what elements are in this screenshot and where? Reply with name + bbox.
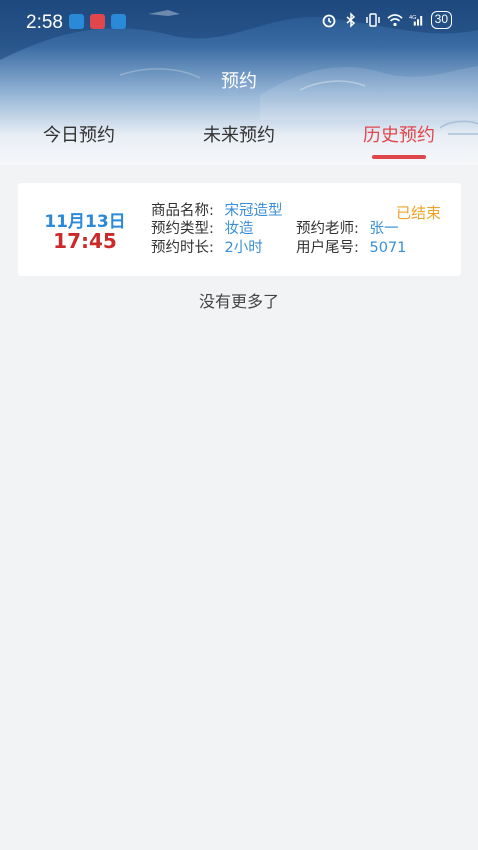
teacher-value: 张一 bbox=[369, 221, 399, 237]
tab-bar: 今日预约 未来预约 历史预约 bbox=[0, 115, 478, 165]
type-label: 预约类型: bbox=[151, 221, 214, 237]
tab-today[interactable]: 今日预约 bbox=[24, 121, 134, 147]
status-time: 2:58 bbox=[26, 12, 63, 33]
teacher-label: 预约老师: bbox=[296, 221, 359, 237]
appointment-time: 17:45 bbox=[53, 229, 117, 253]
active-tab-indicator bbox=[372, 155, 426, 159]
type-value: 妆造 bbox=[224, 221, 254, 237]
signal-icon: 4G bbox=[409, 15, 422, 26]
tab-history[interactable]: 历史预约 bbox=[344, 121, 454, 147]
tail-number-row: 用户尾号: 5071 bbox=[296, 239, 406, 257]
tail-number-value: 5071 bbox=[369, 240, 407, 256]
tab-future[interactable]: 未来预约 bbox=[184, 121, 294, 147]
tail-number-label: 用户尾号: bbox=[296, 240, 359, 256]
status-bar: 2:58 4G 30 bbox=[0, 0, 478, 46]
product-row: 商品名称: 宋冠造型 bbox=[151, 202, 283, 220]
status-badge: 已结束 bbox=[395, 204, 441, 222]
page-title: 预约 bbox=[221, 71, 257, 92]
duration-value: 2小时 bbox=[224, 240, 263, 256]
alarm-icon bbox=[322, 14, 336, 28]
appointment-card[interactable]: 11月13日 17:45 商品名称: 宋冠造型 已结束 预约类型: 妆造 预约老… bbox=[18, 183, 461, 276]
teacher-row: 预约老师: 张一 bbox=[296, 220, 399, 238]
duration-label: 预约时长: bbox=[151, 240, 214, 256]
wifi-icon bbox=[386, 14, 403, 27]
message-app-icon bbox=[69, 14, 84, 29]
product-label: 商品名称: bbox=[151, 203, 214, 219]
battery-indicator: 30 bbox=[430, 11, 452, 29]
mail-app-icon bbox=[90, 14, 105, 29]
svg-text:4G: 4G bbox=[409, 15, 416, 21]
duration-row: 预约时长: 2小时 bbox=[151, 239, 263, 257]
type-row: 预约类型: 妆造 bbox=[151, 220, 254, 238]
map-app-icon bbox=[111, 14, 126, 29]
list-end-text: 没有更多了 bbox=[198, 292, 279, 311]
product-value: 宋冠造型 bbox=[224, 203, 283, 219]
vibrate-icon bbox=[365, 13, 380, 27]
bluetooth-icon bbox=[346, 12, 355, 28]
